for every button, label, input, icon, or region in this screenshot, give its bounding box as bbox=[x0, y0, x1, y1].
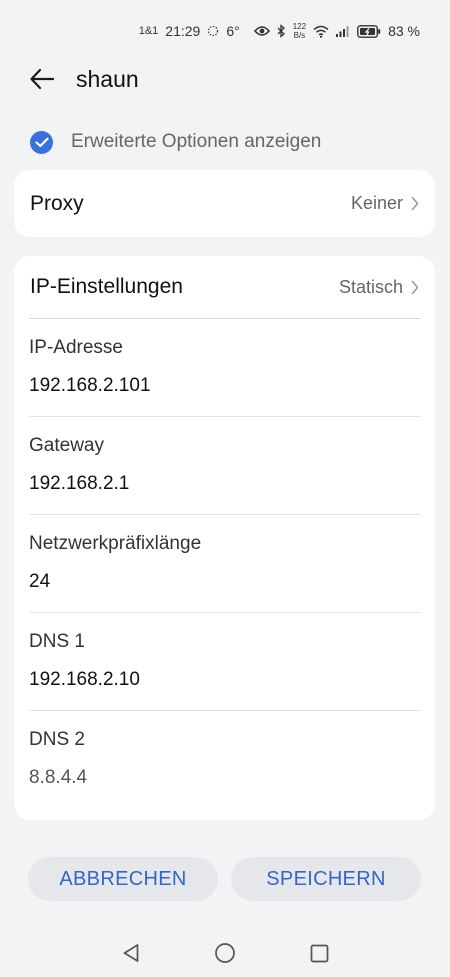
signal-icon bbox=[336, 25, 350, 37]
field-label: DNS 2 bbox=[29, 729, 85, 750]
field-label: DNS 1 bbox=[29, 631, 85, 652]
field-value[interactable]: 192.168.2.101 bbox=[29, 364, 420, 416]
ip-settings-title: IP-Einstellungen bbox=[30, 275, 183, 298]
field-value[interactable]: 192.168.2.10 bbox=[29, 658, 420, 710]
field-label: Netzwerkpräfixlänge bbox=[29, 533, 202, 554]
proxy-setting[interactable]: Proxy Keiner bbox=[14, 170, 435, 237]
system-nav-bar bbox=[0, 933, 450, 973]
ip-settings-value: Statisch bbox=[338, 276, 403, 297]
eye-comfort-icon bbox=[253, 25, 270, 37]
proxy-title: Proxy bbox=[30, 191, 84, 215]
field-value[interactable]: 192.168.2.1 bbox=[29, 462, 420, 514]
back-button[interactable] bbox=[20, 57, 64, 101]
battery-percent: 83 % bbox=[388, 23, 420, 39]
clock: 21:29 bbox=[165, 23, 201, 39]
advanced-options-label: Erweiterte Optionen anzeigen bbox=[71, 131, 322, 152]
net-speed-unit: B/s bbox=[293, 31, 306, 40]
net-speed-value: 122 bbox=[292, 22, 307, 31]
chevron-right-icon bbox=[411, 196, 419, 211]
gateway-field[interactable]: Gateway 192.168.2.1 bbox=[14, 417, 435, 514]
field-label: IP-Adresse bbox=[29, 337, 123, 358]
wifi-icon bbox=[313, 25, 329, 38]
temperature: 6° bbox=[226, 23, 240, 39]
field-value[interactable]: 8.8.4.4 bbox=[29, 756, 420, 808]
proxy-value: Keiner bbox=[350, 193, 403, 213]
app-header: shaun bbox=[0, 56, 450, 102]
chevron-right-icon bbox=[411, 280, 419, 295]
ip-settings-card: IP-Einstellungen Statisch IP-Adresse 192… bbox=[14, 256, 435, 820]
ip-settings-selector[interactable]: IP-Einstellungen Statisch bbox=[14, 256, 435, 318]
arrow-left-icon bbox=[30, 68, 55, 90]
battery-icon bbox=[357, 24, 381, 38]
advanced-options-toggle[interactable]: Erweiterte Optionen anzeigen bbox=[30, 124, 420, 160]
carrier-label: 1&1 bbox=[138, 25, 159, 37]
field-label: Gateway bbox=[29, 435, 104, 456]
loading-icon bbox=[207, 25, 219, 37]
nav-recents-button[interactable] bbox=[272, 944, 366, 963]
triangle-back-icon bbox=[123, 944, 139, 962]
network-speed: 122 B/s bbox=[293, 22, 306, 40]
circle-home-icon bbox=[215, 943, 235, 963]
square-recents-icon bbox=[310, 944, 328, 962]
bluetooth-icon bbox=[277, 24, 286, 38]
status-bar: 1&1 21:29 6° 122 B/s 83 % bbox=[0, 16, 450, 46]
page-title: shaun bbox=[76, 65, 139, 92]
dns2-field[interactable]: DNS 2 8.8.4.4 bbox=[14, 711, 435, 808]
save-button[interactable]: SPEICHERN bbox=[231, 857, 421, 901]
cancel-button[interactable]: ABBRECHEN bbox=[28, 857, 218, 901]
nav-home-button[interactable] bbox=[178, 942, 272, 964]
field-value[interactable]: 24 bbox=[29, 560, 420, 612]
checkbox-checked-icon[interactable] bbox=[30, 130, 53, 154]
prefix-length-field[interactable]: Netzwerkpräfixlänge 24 bbox=[14, 515, 435, 612]
action-buttons: ABBRECHEN SPEICHERN bbox=[28, 857, 421, 901]
ip-address-field[interactable]: IP-Adresse 192.168.2.101 bbox=[14, 319, 435, 416]
dns1-field[interactable]: DNS 1 192.168.2.10 bbox=[14, 613, 435, 710]
nav-back-button[interactable] bbox=[84, 943, 178, 963]
